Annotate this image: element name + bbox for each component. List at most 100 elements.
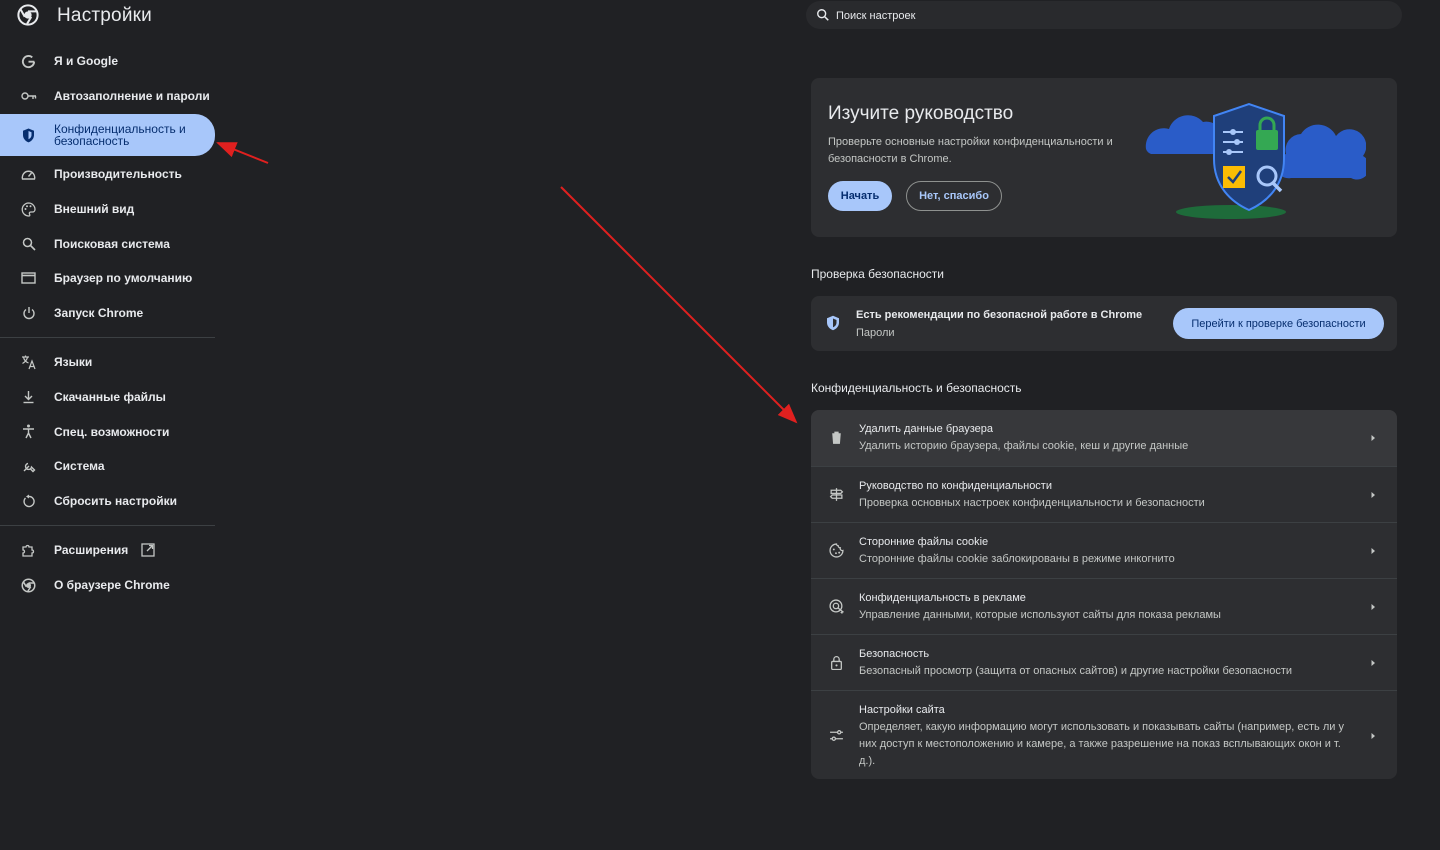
ad-privacy-icon bbox=[829, 599, 844, 614]
privacy-settings-list: Удалить данные браузера Удалить историю … bbox=[811, 410, 1397, 779]
go-to-safety-check-button[interactable]: Перейти к проверке безопасности bbox=[1173, 308, 1384, 339]
header: Настройки bbox=[0, 0, 1440, 34]
list-item-third-party-cookies[interactable]: Сторонние файлы cookie Сторонние файлы c… bbox=[811, 522, 1397, 579]
chevron-right-icon bbox=[1371, 733, 1375, 739]
safety-check-subtitle: Пароли bbox=[856, 327, 895, 339]
list-item-clear-browsing-data[interactable]: Удалить данные браузера Удалить историю … bbox=[811, 410, 1397, 466]
palette-icon bbox=[20, 201, 37, 218]
sidebar-divider bbox=[0, 525, 215, 527]
safety-check-card: Есть рекомендации по безопасной работе в… bbox=[811, 296, 1397, 351]
chevron-right-icon bbox=[1371, 660, 1375, 666]
trash-icon bbox=[831, 431, 842, 444]
sidebar-item-label: Скачанные файлы bbox=[54, 390, 166, 405]
sidebar-item-search-engine[interactable]: Поисковая система bbox=[0, 226, 215, 261]
sidebar-item-you-and-google[interactable]: Я и Google bbox=[0, 44, 215, 79]
power-icon bbox=[20, 304, 37, 321]
sidebar-item-label: Языки bbox=[54, 355, 93, 370]
speedometer-icon bbox=[20, 166, 37, 183]
sidebar-item-label: Запуск Chrome bbox=[54, 305, 144, 320]
guide-title: Изучите руководство bbox=[828, 103, 1014, 124]
privacy-guide-illustration bbox=[1145, 102, 1366, 219]
sidebar-item-accessibility[interactable]: Спец. возможности bbox=[0, 414, 215, 449]
sidebar-item-appearance[interactable]: Внешний вид bbox=[0, 192, 215, 227]
signpost-icon bbox=[829, 488, 844, 501]
search-icon bbox=[20, 235, 37, 252]
row-title: Безопасность bbox=[859, 648, 930, 660]
wrench-icon bbox=[20, 458, 37, 475]
sidebar-item-performance[interactable]: Производительность bbox=[0, 157, 215, 192]
row-title: Конфиденциальность в рекламе bbox=[859, 592, 1026, 604]
sidebar-item-on-startup[interactable]: Запуск Chrome bbox=[0, 296, 215, 331]
page-title: Настройки bbox=[57, 5, 152, 26]
chrome-icon bbox=[20, 577, 37, 594]
no-thanks-button[interactable]: Нет, спасибо bbox=[906, 181, 1002, 211]
annotation-arrow-sidebar bbox=[216, 142, 269, 164]
row-subtitle: Удалить историю браузера, файлы cookie, … bbox=[859, 440, 1189, 452]
privacy-guide-card: Изучите руководство Проверьте основные н… bbox=[811, 78, 1397, 237]
external-link-icon bbox=[141, 543, 155, 557]
row-subtitle: Управление данными, которые используют с… bbox=[859, 609, 1221, 621]
sidebar-item-label: Система bbox=[54, 459, 105, 474]
cookie-icon bbox=[829, 543, 844, 558]
lock-icon bbox=[831, 656, 842, 670]
sidebar-item-system[interactable]: Система bbox=[0, 449, 215, 484]
search-icon bbox=[817, 9, 829, 21]
sidebar-item-label: Сбросить настройки bbox=[54, 493, 177, 508]
safety-shield-icon bbox=[827, 315, 839, 331]
sidebar-divider bbox=[0, 337, 215, 339]
row-title: Сторонние файлы cookie bbox=[859, 536, 989, 548]
download-icon bbox=[20, 389, 37, 406]
sidebar-item-label: Поисковая система bbox=[54, 236, 170, 251]
browser-window-icon bbox=[20, 270, 37, 287]
puzzle-icon bbox=[20, 542, 37, 559]
reset-icon bbox=[20, 492, 37, 509]
sidebar-item-privacy-security[interactable]: Конфиденциальность и безопасность bbox=[0, 114, 215, 157]
annotation-arrow-content bbox=[560, 186, 798, 424]
tune-icon bbox=[830, 730, 843, 741]
sidebar-item-label: Браузер по умолчанию bbox=[54, 271, 193, 286]
sidebar-item-languages[interactable]: Языки bbox=[0, 345, 215, 380]
row-title: Руководство по конфиденциальности bbox=[859, 480, 1052, 492]
list-item-site-settings[interactable]: Настройки сайта Определяет, какую информ… bbox=[811, 690, 1397, 779]
row-title: Удалить данные браузера bbox=[859, 423, 994, 435]
search-box[interactable] bbox=[806, 1, 1402, 31]
accessibility-icon bbox=[20, 423, 37, 440]
list-item-privacy-guide[interactable]: Руководство по конфиденциальности Провер… bbox=[811, 466, 1397, 523]
chrome-logo-icon bbox=[17, 4, 39, 26]
sidebar-item-label: Я и Google bbox=[54, 54, 119, 69]
sidebar-nav: Я и Google Автозаполнение и пароли Конфи… bbox=[0, 44, 215, 602]
guide-description: Проверьте основные настройки конфиденциа… bbox=[828, 136, 1113, 165]
translate-icon bbox=[20, 354, 37, 371]
sidebar-item-label: Спец. возможности bbox=[54, 424, 170, 439]
sidebar-item-extensions[interactable]: Расширения bbox=[0, 533, 215, 568]
sidebar-item-label: Конфиденциальность и безопасность bbox=[54, 122, 186, 149]
key-icon bbox=[20, 87, 37, 104]
shield-icon bbox=[20, 127, 37, 144]
sidebar-item-default-browser[interactable]: Браузер по умолчанию bbox=[0, 261, 215, 296]
sidebar-item-label: Производительность bbox=[54, 167, 182, 182]
safety-check-title: Есть рекомендации по безопасной работе в… bbox=[856, 309, 1143, 321]
sidebar-item-reset[interactable]: Сбросить настройки bbox=[0, 484, 215, 519]
sidebar-item-label: О браузере Chrome bbox=[54, 578, 170, 593]
sidebar-item-about-chrome[interactable]: О браузере Chrome bbox=[0, 568, 215, 603]
sidebar-item-downloads[interactable]: Скачанные файлы bbox=[0, 380, 215, 415]
row-subtitle: Сторонние файлы cookie заблокированы в р… bbox=[859, 553, 1175, 565]
row-subtitle: Безопасный просмотр (защита от опасных с… bbox=[859, 665, 1293, 677]
safety-check-heading: Проверка безопасности bbox=[811, 267, 944, 281]
sidebar-item-label: Автозаполнение и пароли bbox=[54, 88, 210, 103]
chevron-right-icon bbox=[1371, 435, 1375, 441]
sidebar-item-autofill[interactable]: Автозаполнение и пароли bbox=[0, 79, 215, 114]
row-subtitle: Определяет, какую информацию могут испол… bbox=[859, 721, 1344, 767]
chevron-right-icon bbox=[1371, 492, 1375, 498]
start-guide-button[interactable]: Начать bbox=[828, 181, 892, 211]
chevron-right-icon bbox=[1371, 604, 1375, 610]
sidebar-item-label: Расширения bbox=[54, 543, 129, 558]
list-item-security[interactable]: Безопасность Безопасный просмотр (защита… bbox=[811, 634, 1397, 691]
search-input[interactable] bbox=[834, 1, 1378, 31]
row-subtitle: Проверка основных настроек конфиденциаль… bbox=[859, 497, 1205, 509]
list-item-ad-privacy[interactable]: Конфиденциальность в рекламе Управление … bbox=[811, 578, 1397, 635]
google-icon bbox=[20, 53, 37, 70]
privacy-section-heading: Конфиденциальность и безопасность bbox=[811, 381, 1022, 395]
row-title: Настройки сайта bbox=[859, 704, 945, 716]
chevron-right-icon bbox=[1371, 548, 1375, 554]
